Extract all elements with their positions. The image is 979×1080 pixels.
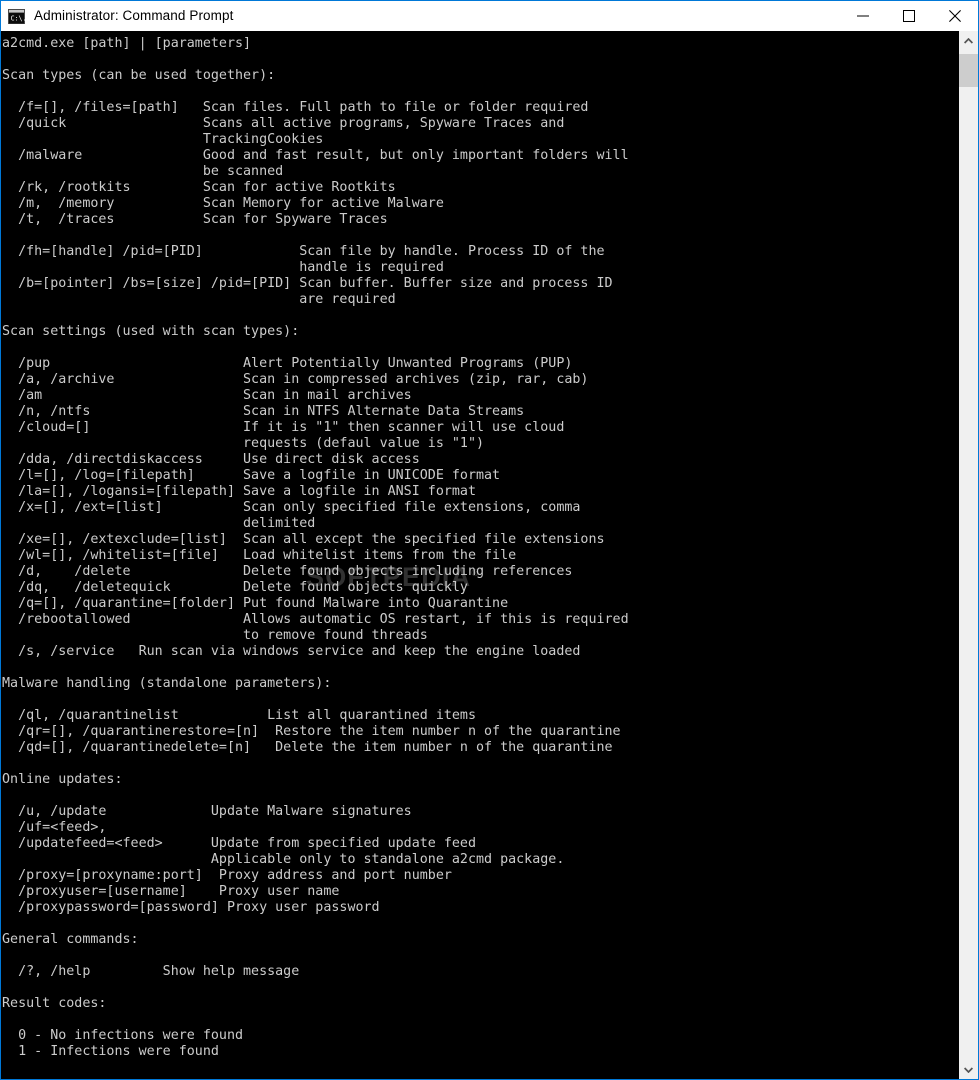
close-button[interactable] — [932, 1, 978, 31]
command-prompt-icon: C:\. — [8, 8, 26, 24]
command-prompt-window: C:\. Administrator: Command Prompt a2cmd… — [0, 0, 979, 1080]
scrollbar-track[interactable] — [959, 50, 978, 1060]
chevron-down-icon — [964, 1066, 973, 1073]
scroll-down-button[interactable] — [959, 1060, 978, 1079]
vertical-scrollbar[interactable] — [958, 31, 978, 1079]
maximize-icon — [903, 10, 915, 22]
console-output[interactable]: a2cmd.exe [path] | [parameters] Scan typ… — [1, 31, 958, 1079]
window-controls — [840, 1, 978, 31]
maximize-button[interactable] — [886, 1, 932, 31]
title-bar[interactable]: C:\. Administrator: Command Prompt — [1, 1, 978, 31]
minimize-icon — [857, 15, 869, 17]
minimize-button[interactable] — [840, 1, 886, 31]
scroll-up-button[interactable] — [959, 31, 978, 50]
console-area[interactable]: a2cmd.exe [path] | [parameters] Scan typ… — [1, 31, 978, 1079]
chevron-up-icon — [964, 37, 973, 44]
svg-text:C:\.: C:\. — [11, 14, 25, 22]
window-title: Administrator: Command Prompt — [34, 8, 234, 23]
close-icon — [949, 10, 961, 22]
scrollbar-thumb[interactable] — [959, 54, 978, 87]
